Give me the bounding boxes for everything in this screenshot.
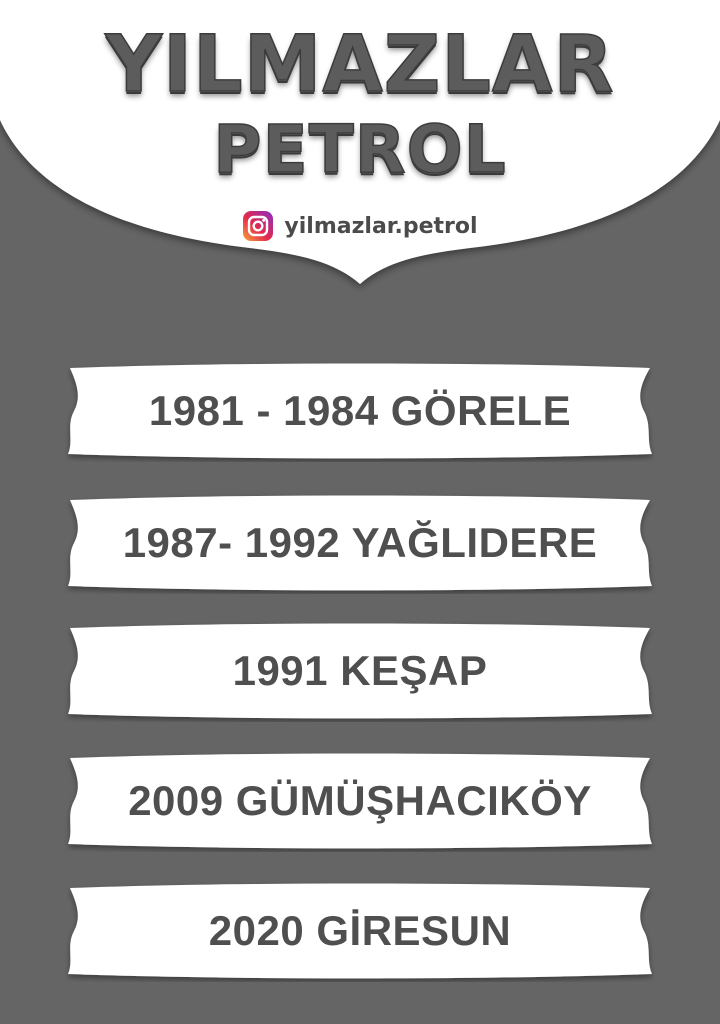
brand-title-line2: PETROL (213, 111, 507, 188)
location-label: 2020 GİRESUN (208, 907, 512, 954)
instagram-link[interactable]: yilmazlar.petrol (0, 210, 720, 242)
location-banner: 1987- 1992 YAĞLIDERE (56, 492, 664, 594)
brand-title-line1: YILMAZLAR (105, 19, 615, 111)
location-banner: 1991 KEŞAP (56, 620, 664, 722)
location-banner: 2009 GÜMÜŞHACIKÖY (56, 750, 664, 852)
instagram-handle: yilmazlar.petrol (284, 213, 478, 239)
location-banner: 1981 - 1984 GÖRELE (56, 360, 664, 462)
location-label: 1991 KEŞAP (232, 647, 488, 694)
location-banner: 2020 GİRESUN (56, 880, 664, 982)
location-label: 1981 - 1984 GÖRELE (148, 387, 572, 434)
location-label: 1987- 1992 YAĞLIDERE (122, 519, 598, 566)
instagram-icon (243, 211, 274, 241)
location-label: 2009 GÜMÜŞHACIKÖY (128, 777, 592, 824)
